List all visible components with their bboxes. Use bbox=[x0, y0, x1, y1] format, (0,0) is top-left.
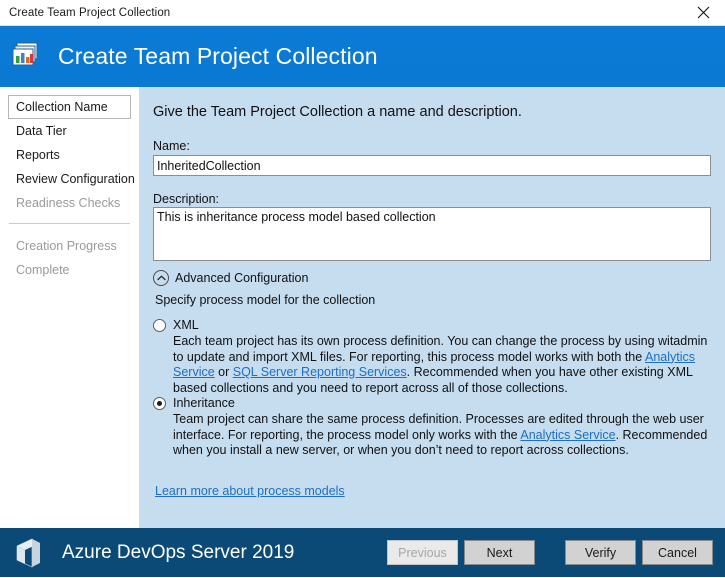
sql-server-reporting-services-link[interactable]: SQL Server Reporting Services bbox=[233, 365, 407, 379]
sidebar-item-label: Readiness Checks bbox=[16, 196, 120, 210]
sidebar-item-label: Reports bbox=[16, 148, 60, 162]
option-xml-description: Each team project has its own process de… bbox=[173, 334, 711, 396]
radio-inheritance[interactable] bbox=[153, 397, 166, 410]
sidebar-item-creation-progress: Creation Progress bbox=[8, 234, 131, 258]
option-xml-title: XML bbox=[173, 317, 199, 333]
page-title: Give the Team Project Collection a name … bbox=[153, 104, 522, 120]
option-xml-desc-part-2: or bbox=[215, 365, 233, 379]
sidebar-item-label: Complete bbox=[16, 263, 70, 277]
learn-more-about-process-models-link[interactable]: Learn more about process models bbox=[155, 484, 345, 498]
radio-xml[interactable] bbox=[153, 319, 166, 332]
name-label: Name: bbox=[153, 139, 190, 153]
advanced-configuration-label: Advanced Configuration bbox=[175, 271, 308, 285]
sidebar-item-data-tier[interactable]: Data Tier bbox=[8, 119, 131, 143]
title-bar: Create Team Project Collection bbox=[0, 0, 725, 26]
close-icon bbox=[697, 6, 710, 19]
sidebar-item-label: Review Configuration bbox=[16, 172, 135, 186]
specify-process-model-text: Specify process model for the collection bbox=[155, 293, 375, 307]
chevron-up-icon bbox=[153, 270, 169, 286]
option-inheritance-title: Inheritance bbox=[173, 395, 235, 411]
option-xml-header[interactable]: XML bbox=[153, 317, 713, 333]
close-button[interactable] bbox=[681, 0, 725, 25]
analytics-service-link-inheritance[interactable]: Analytics Service bbox=[520, 428, 615, 442]
advanced-configuration-toggle[interactable]: Advanced Configuration bbox=[153, 270, 308, 286]
process-model-option-xml[interactable]: XML Each team project has its own proces… bbox=[153, 317, 713, 396]
collection-description-input[interactable]: This is inheritance process model based … bbox=[153, 207, 711, 261]
sidebar-item-label: Creation Progress bbox=[16, 239, 117, 253]
collection-name-input[interactable] bbox=[153, 155, 711, 176]
create-team-project-collection-window: Create Team Project Collection Create Te… bbox=[0, 0, 725, 577]
header-banner: Create Team Project Collection bbox=[0, 26, 725, 87]
window-title: Create Team Project Collection bbox=[0, 7, 170, 19]
header-title: Create Team Project Collection bbox=[58, 43, 378, 70]
process-model-option-inheritance[interactable]: Inheritance Team project can share the s… bbox=[153, 395, 713, 459]
sidebar-item-reports[interactable]: Reports bbox=[8, 143, 131, 167]
product-name: Azure DevOps Server 2019 bbox=[62, 542, 294, 564]
sidebar-item-complete: Complete bbox=[8, 258, 131, 282]
cancel-button[interactable]: Cancel bbox=[642, 540, 713, 565]
verify-button[interactable]: Verify bbox=[565, 540, 636, 565]
sidebar-divider bbox=[9, 223, 130, 224]
sidebar-item-readiness-checks: Readiness Checks bbox=[8, 191, 131, 215]
sidebar-item-label: Data Tier bbox=[16, 124, 67, 138]
azure-devops-logo bbox=[10, 533, 50, 573]
main-panel: Give the Team Project Collection a name … bbox=[139, 87, 725, 528]
sidebar-item-label: Collection Name bbox=[16, 100, 108, 114]
sidebar-item-review-configuration[interactable]: Review Configuration bbox=[8, 167, 131, 191]
body-region: Collection Name Data Tier Reports Review… bbox=[0, 87, 725, 528]
description-label: Description: bbox=[153, 192, 219, 206]
wizard-step-sidebar: Collection Name Data Tier Reports Review… bbox=[0, 87, 139, 528]
previous-button[interactable]: Previous bbox=[387, 540, 458, 565]
option-inheritance-header[interactable]: Inheritance bbox=[153, 395, 713, 411]
next-button[interactable]: Next bbox=[464, 540, 535, 565]
option-inheritance-description: Team project can share the same process … bbox=[173, 412, 711, 459]
sidebar-item-collection-name[interactable]: Collection Name bbox=[8, 95, 131, 119]
collection-chart-icon bbox=[11, 41, 45, 73]
sidebar-top-spacer bbox=[0, 87, 139, 95]
option-xml-desc-part-1: Each team project has its own process de… bbox=[173, 334, 707, 364]
footer-bar: Azure DevOps Server 2019 Previous Next V… bbox=[0, 528, 725, 577]
